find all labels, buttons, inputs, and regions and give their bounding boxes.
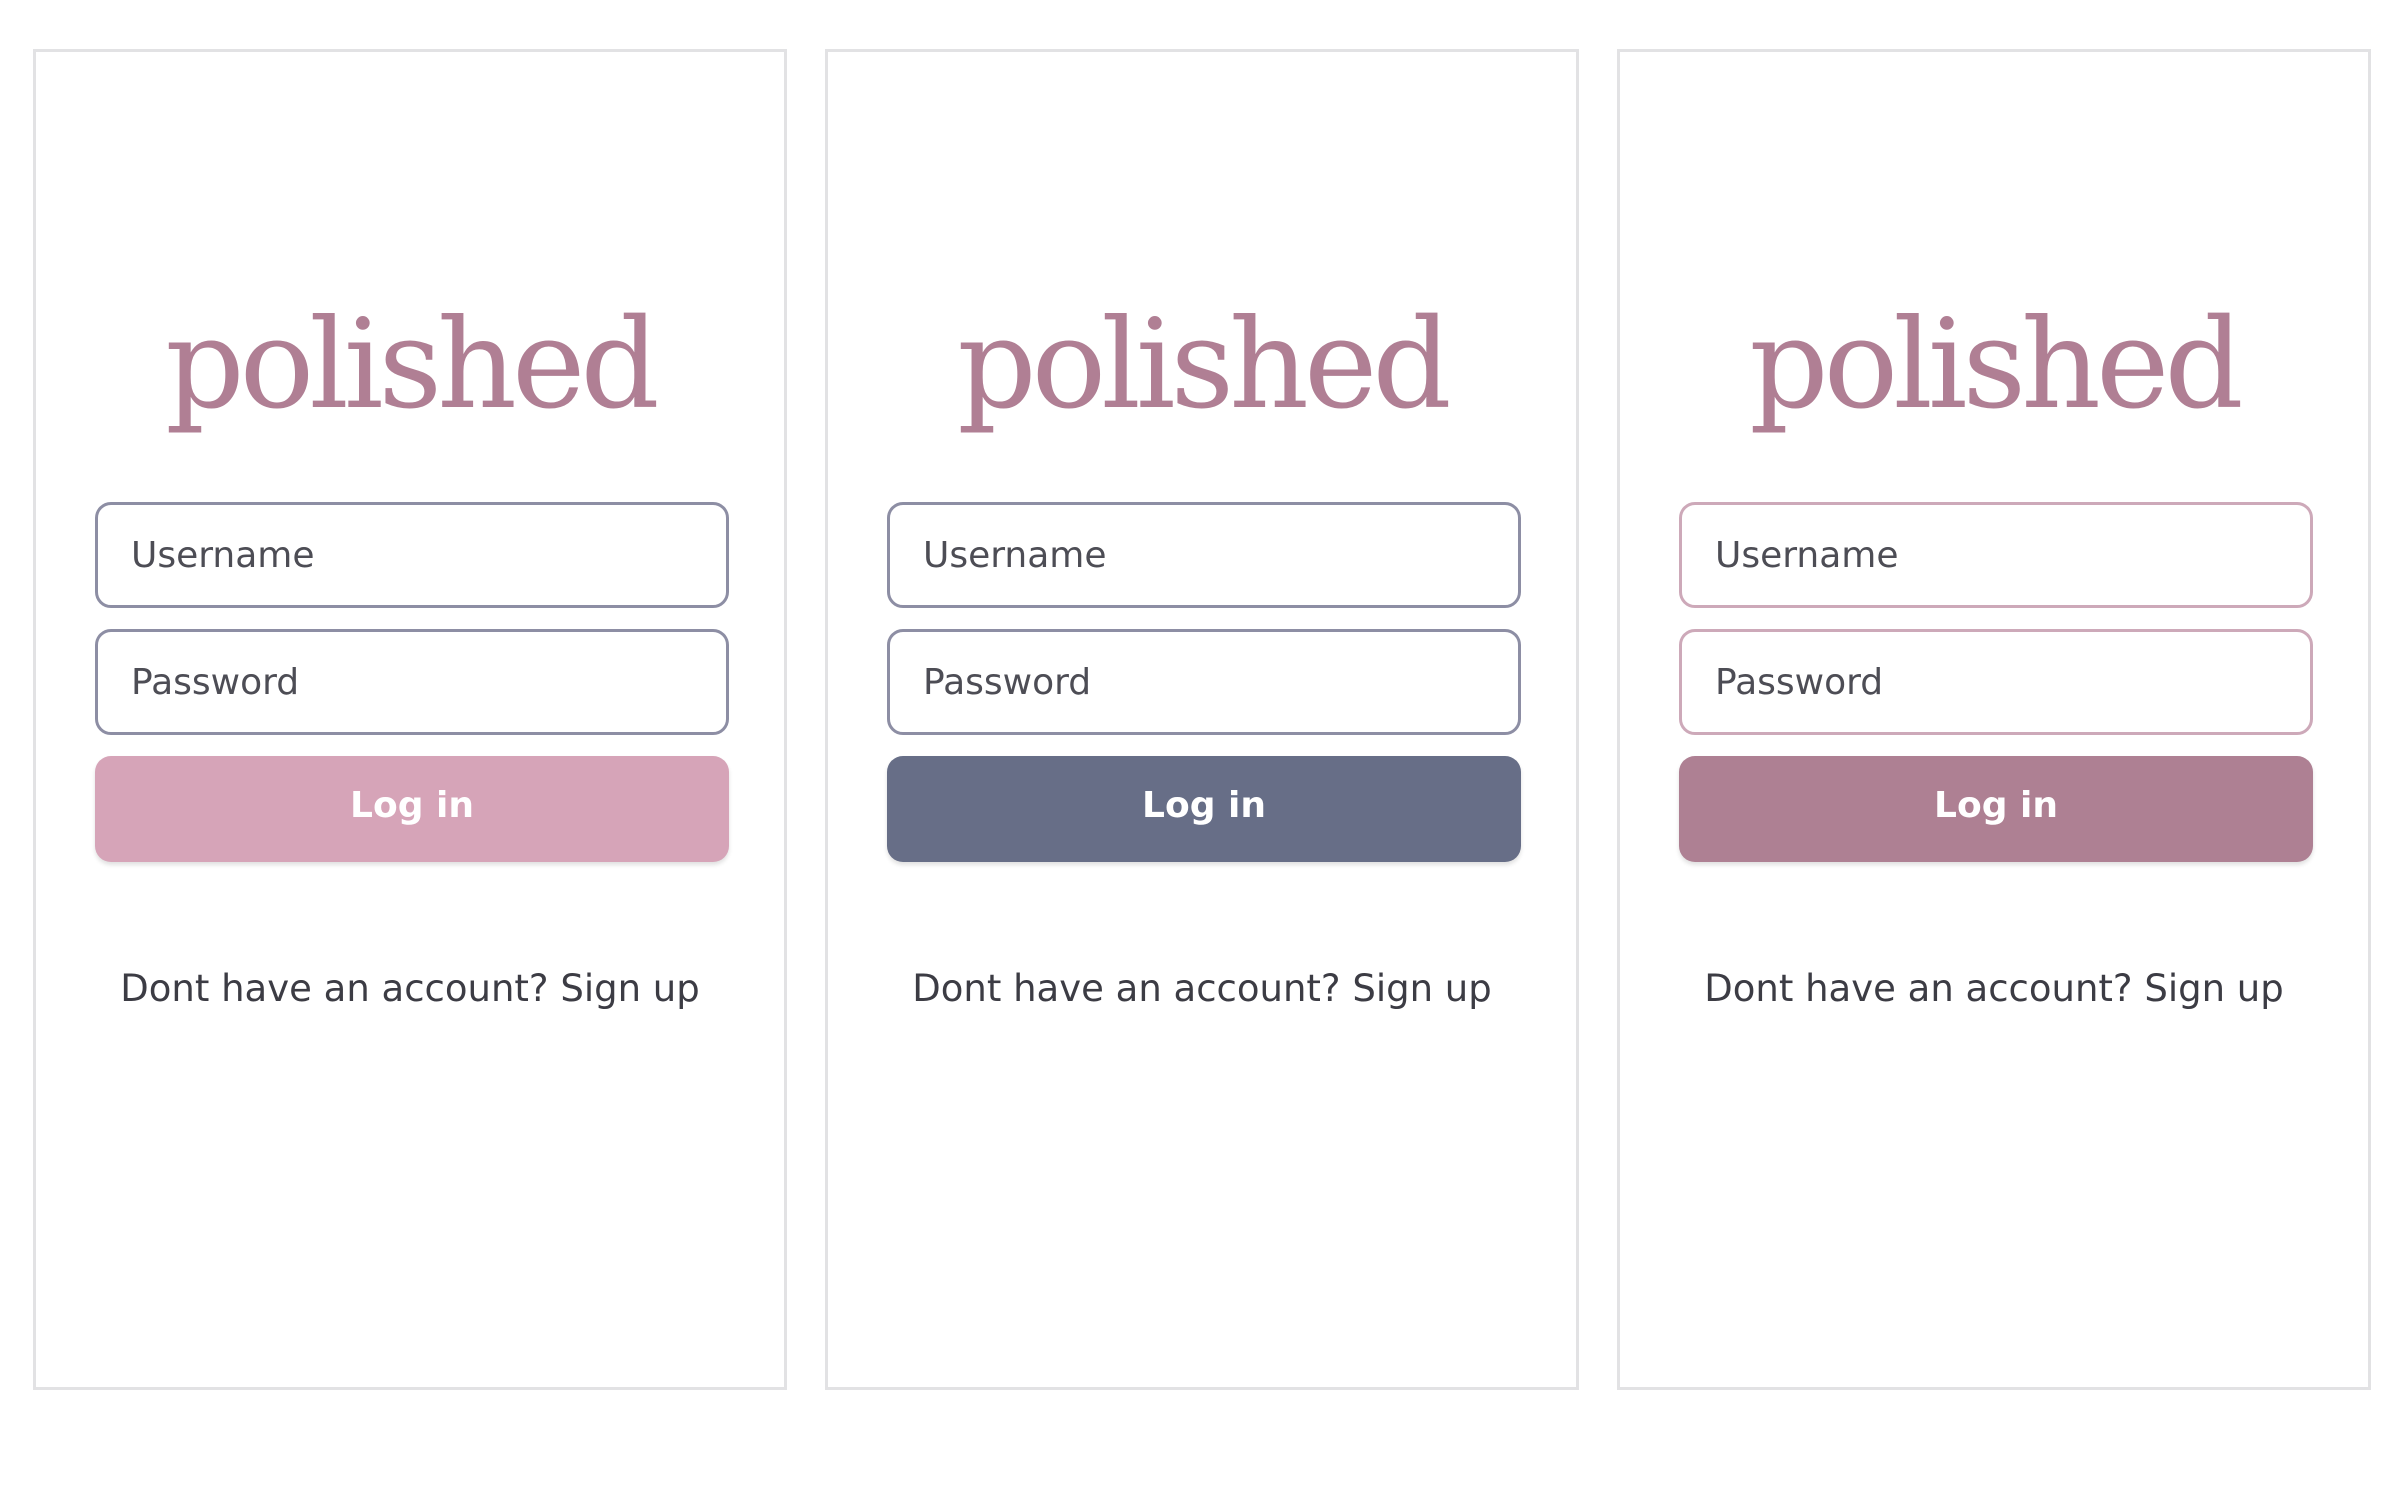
username-input[interactable] xyxy=(95,502,729,608)
polished-logo: polished xyxy=(165,293,660,437)
signup-prompt: Dont have an account? Sign up xyxy=(1620,967,2368,1010)
signup-link[interactable]: Sign up xyxy=(1352,967,1491,1010)
password-input[interactable] xyxy=(887,629,1521,735)
polished-logo: polished xyxy=(1749,293,2244,437)
login-screen-variant-2: polished Log in Dont have an account? Si… xyxy=(825,49,1579,1390)
signup-prompt-text: Dont have an account? xyxy=(120,967,549,1010)
username-input[interactable] xyxy=(1679,502,2313,608)
signup-link[interactable]: Sign up xyxy=(2144,967,2283,1010)
password-input[interactable] xyxy=(1679,629,2313,735)
username-input[interactable] xyxy=(887,502,1521,608)
login-button[interactable]: Log in xyxy=(887,756,1521,862)
signup-link[interactable]: Sign up xyxy=(560,967,699,1010)
polished-logo: polished xyxy=(957,293,1452,437)
signup-prompt-text: Dont have an account? xyxy=(1704,967,2133,1010)
login-screen-variant-1: polished Log in Dont have an account? Si… xyxy=(33,49,787,1390)
signup-prompt: Dont have an account? Sign up xyxy=(828,967,1576,1010)
signup-prompt: Dont have an account? Sign up xyxy=(36,967,784,1010)
login-screen-variant-3: polished Log in Dont have an account? Si… xyxy=(1617,49,2371,1390)
signup-prompt-text: Dont have an account? xyxy=(912,967,1341,1010)
login-button[interactable]: Log in xyxy=(95,756,729,862)
login-button[interactable]: Log in xyxy=(1679,756,2313,862)
password-input[interactable] xyxy=(95,629,729,735)
